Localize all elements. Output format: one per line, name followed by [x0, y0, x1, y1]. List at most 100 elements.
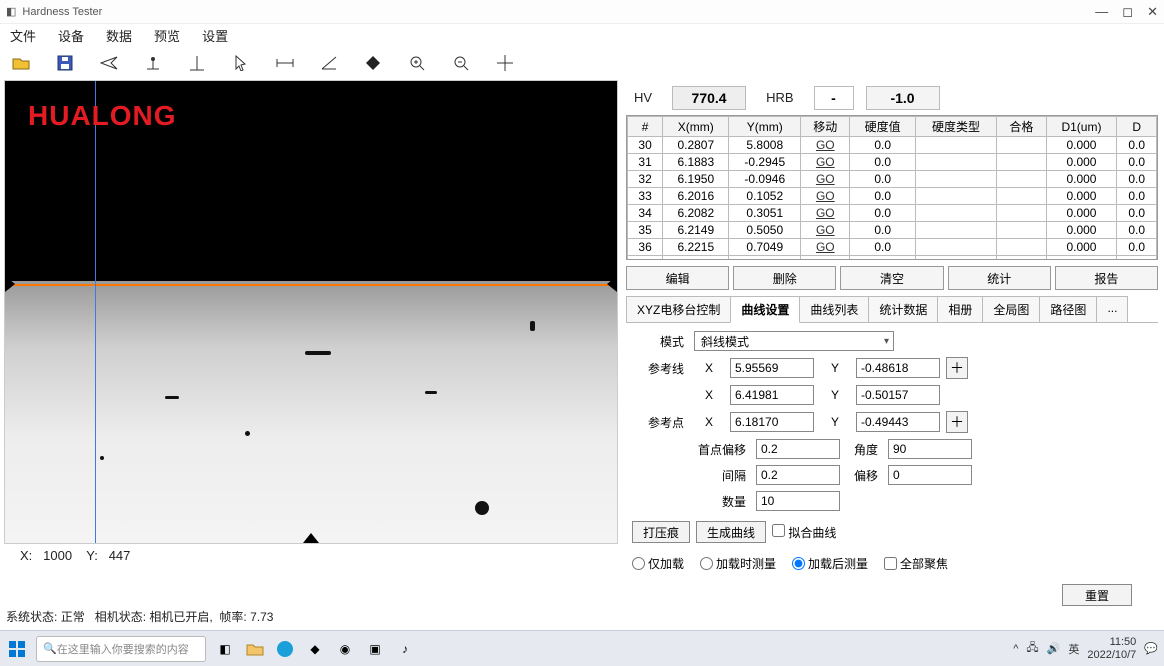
col-pass: 合格 — [997, 117, 1046, 137]
tray-ime-icon[interactable]: 英 — [1068, 641, 1079, 657]
cell-y: 0.9048 — [729, 256, 801, 260]
maximize-button[interactable]: ◻ — [1122, 4, 1133, 20]
arrow-bottom-icon — [303, 533, 319, 543]
tab-album[interactable]: 相册 — [937, 296, 983, 322]
cell-go[interactable]: GO — [801, 188, 850, 205]
delete-button[interactable]: 删除 — [733, 266, 836, 290]
send-icon[interactable] — [98, 52, 120, 74]
close-button[interactable]: ✕ — [1147, 4, 1158, 20]
app-icon-2[interactable]: ◉ — [334, 638, 356, 660]
offset-input[interactable] — [888, 465, 972, 485]
tray-network-icon[interactable]: 🖧 — [1026, 639, 1038, 658]
table-row[interactable]: 346.20820.3051GO0.00.0000.0 — [628, 205, 1157, 222]
cell-go[interactable]: GO — [801, 154, 850, 171]
fps-value: 7.73 — [250, 610, 273, 624]
first-offset-input[interactable] — [756, 439, 840, 459]
menu-device[interactable]: 设备 — [58, 26, 84, 45]
clock-time[interactable]: 11:50 — [1087, 636, 1136, 648]
tab-curve-setting[interactable]: 曲线设置 — [730, 296, 800, 323]
cell-go[interactable]: GO — [801, 239, 850, 256]
vertical-guide[interactable] — [95, 81, 96, 543]
cell-go[interactable]: GO — [801, 137, 850, 154]
reference-line[interactable] — [5, 284, 617, 286]
count-input[interactable] — [756, 491, 840, 511]
cell-hardness: 0.0 — [850, 239, 915, 256]
baseline-icon[interactable] — [186, 52, 208, 74]
menu-settings[interactable]: 设置 — [202, 26, 228, 45]
opt-focus-all[interactable]: 全部聚焦 — [884, 555, 948, 572]
edge-icon[interactable] — [274, 638, 296, 660]
tab-curve-list[interactable]: 曲线列表 — [799, 296, 869, 322]
tab-more[interactable]: ... — [1096, 296, 1128, 322]
opt-load-only[interactable]: 仅加载 — [632, 555, 684, 572]
add-refpoint-button[interactable]: ＋ — [946, 411, 968, 433]
menu-file[interactable]: 文件 — [10, 26, 36, 45]
point-icon[interactable] — [142, 52, 164, 74]
tab-path-map[interactable]: 路径图 — [1039, 296, 1097, 322]
crosshair-icon[interactable] — [494, 52, 516, 74]
table-row[interactable]: 366.22150.7049GO0.00.0000.0 — [628, 239, 1157, 256]
gap-input[interactable] — [756, 465, 840, 485]
app-icon-4[interactable]: ♪ — [394, 638, 416, 660]
stats-button[interactable]: 统计 — [948, 266, 1051, 290]
opt-load-measure[interactable]: 加载时测量 — [700, 555, 776, 572]
edit-button[interactable]: 编辑 — [626, 266, 729, 290]
refpoint-y[interactable] — [856, 412, 940, 432]
table-row[interactable]: 336.20160.1052GO0.00.0000.0 — [628, 188, 1157, 205]
app-icon-1[interactable]: ◆ — [304, 638, 326, 660]
table-row[interactable]: 326.1950-0.0946GO0.00.0000.0 — [628, 171, 1157, 188]
hrb-scale[interactable]: - — [814, 86, 854, 110]
fit-curve-checkbox[interactable]: 拟合曲线 — [772, 524, 836, 541]
refline-x2[interactable] — [730, 385, 814, 405]
add-refline-button[interactable]: ＋ — [946, 357, 968, 379]
tray-volume-icon[interactable]: 🔊 — [1047, 642, 1061, 655]
tab-overview[interactable]: 全局图 — [982, 296, 1040, 322]
tab-stage[interactable]: XYZ电移台控制 — [626, 296, 731, 322]
table-row[interactable]: 316.1883-0.2945GO0.00.0000.0 — [628, 154, 1157, 171]
cell-go[interactable]: GO — [801, 222, 850, 239]
refline-y1[interactable] — [856, 358, 940, 378]
clock-date[interactable]: 2022/10/7 — [1087, 649, 1136, 661]
refpoint-x[interactable] — [730, 412, 814, 432]
open-icon[interactable] — [10, 52, 32, 74]
set-button[interactable]: 重置 — [1062, 584, 1132, 606]
refline-x1[interactable] — [730, 358, 814, 378]
table-row[interactable]: 376.22810.9048GO0.00.0000.0 — [628, 256, 1157, 260]
menu-view[interactable]: 预览 — [154, 26, 180, 45]
clear-button[interactable]: 清空 — [840, 266, 943, 290]
explorer-icon[interactable] — [244, 638, 266, 660]
table-row[interactable]: 356.21490.5050GO0.00.0000.0 — [628, 222, 1157, 239]
diamond-icon[interactable] — [362, 52, 384, 74]
cursor-icon[interactable] — [230, 52, 252, 74]
cell-go[interactable]: GO — [801, 205, 850, 222]
app-icon-3[interactable]: ▣ — [364, 638, 386, 660]
indent-button[interactable]: 打压痕 — [632, 521, 690, 543]
microscope-viewport[interactable] — [4, 80, 618, 544]
data-table-wrap[interactable]: # X(mm) Y(mm) 移动 硬度值 硬度类型 合格 D1(um) D 30… — [626, 115, 1158, 260]
tab-stats-data[interactable]: 统计数据 — [868, 296, 938, 322]
table-row[interactable]: 300.28075.8008GO0.00.0000.0 — [628, 137, 1157, 154]
angle-input[interactable] — [888, 439, 972, 459]
generate-curve-button[interactable]: 生成曲线 — [696, 521, 766, 543]
zoom-in-icon[interactable] — [406, 52, 428, 74]
menu-data[interactable]: 数据 — [106, 26, 132, 45]
start-button[interactable] — [6, 638, 28, 660]
zoom-out-icon[interactable] — [450, 52, 472, 74]
report-button[interactable]: 报告 — [1055, 266, 1158, 290]
taskbar-search[interactable]: 🔍 在这里输入你要搜索的内容 — [36, 636, 206, 662]
cell-d2: 0.0 — [1117, 239, 1157, 256]
cell-go[interactable]: GO — [801, 256, 850, 260]
notifications-icon[interactable]: 💬 — [1144, 642, 1158, 655]
minimize-button[interactable]: — — [1095, 4, 1108, 19]
save-icon[interactable] — [54, 52, 76, 74]
measure-icon[interactable] — [274, 52, 296, 74]
tray-chevron-icon[interactable]: ^ — [1013, 643, 1018, 655]
opt-load-after-measure[interactable]: 加载后测量 — [792, 555, 868, 572]
cell-go[interactable]: GO — [801, 171, 850, 188]
cell-hardness: 0.0 — [850, 154, 915, 171]
angle-icon[interactable] — [318, 52, 340, 74]
refline-y2[interactable] — [856, 385, 940, 405]
task-view-icon[interactable]: ◧ — [214, 638, 236, 660]
tool-bar — [0, 46, 1164, 80]
mode-select[interactable]: 斜线模式 — [694, 331, 894, 351]
